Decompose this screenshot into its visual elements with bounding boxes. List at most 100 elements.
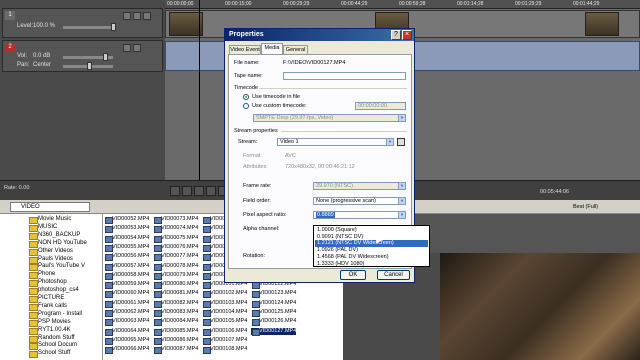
folder-item[interactable]: Random Stuff: [29, 335, 75, 343]
file-item[interactable]: VID00123.MP4: [251, 290, 296, 299]
folder-tree[interactable]: Movie Music MUSIC N360_BACKUP NON HD YouTub…: [0, 214, 103, 360]
timecode-format-select[interactable]: SMPTE Drop (29.97 fps, Video) ▼: [253, 114, 406, 122]
file-item[interactable]: VID00064.MP4: [104, 328, 149, 336]
file-item[interactable]: VID00054.MP4: [104, 235, 149, 243]
folder-item[interactable]: Pauls Videos: [29, 256, 73, 264]
file-item[interactable]: VID00062.MP4: [104, 309, 149, 317]
file-item[interactable]: VID00106.MP4: [202, 328, 247, 336]
folder-item[interactable]: photoshop_cs4: [29, 287, 79, 296]
folder-item[interactable]: MUSIC: [28, 224, 57, 232]
file-item[interactable]: VID00085.MP4: [153, 328, 198, 336]
field-order-select[interactable]: None (progressive scan) ▼: [313, 197, 406, 205]
par-dropdown-list[interactable]: 1.0000 (Square) 0.9091 (NTSC DV) 1.2121 (N…: [313, 225, 430, 267]
frame-rate-select[interactable]: 29.970 (NTSC) ▼: [313, 182, 406, 190]
file-item[interactable]: VID00087.MP4: [153, 346, 198, 355]
tab-video-event[interactable]: Video Event: [229, 45, 261, 54]
file-item[interactable]: VID00078.MP4: [153, 263, 198, 271]
file-item[interactable]: VID00079.MP4: [153, 272, 198, 280]
file-item[interactable]: VID00082.MP4: [153, 300, 198, 308]
file-item[interactable]: VID00063.MP4: [104, 318, 149, 327]
folder-item[interactable]: NON HD YouTube: [29, 240, 87, 248]
level-slider[interactable]: [63, 26, 113, 29]
file-item[interactable]: VID00104.MP4: [202, 309, 247, 317]
time-ruler[interactable]: 00:00:00;00 00:00:15;00 00:00:29;29 00:0…: [165, 0, 640, 9]
folder-item[interactable]: RYT1.00.4K: [29, 327, 71, 335]
tape-name-input[interactable]: [283, 72, 406, 80]
fx-button[interactable]: [143, 12, 151, 20]
folder-item[interactable]: PSP Movies: [29, 319, 71, 327]
file-item[interactable]: VID00065.MP4: [104, 337, 149, 345]
video-track-header[interactable]: 1 Level: 100.0 %: [2, 8, 163, 38]
mute-button[interactable]: [123, 44, 131, 52]
file-item[interactable]: VID00061.MP4: [104, 300, 149, 308]
explorer-path-field[interactable]: VIDEO: [10, 202, 90, 212]
ok-button[interactable]: OK: [340, 270, 366, 280]
tab-general[interactable]: General: [283, 45, 308, 54]
file-item[interactable]: VID00080.MP4: [153, 281, 198, 290]
file-item[interactable]: VID00102.MP4: [202, 290, 247, 299]
file-item[interactable]: VID00066.MP4: [104, 346, 149, 355]
cancel-button[interactable]: Cancel: [377, 270, 410, 280]
folder-item[interactable]: Phone: [28, 271, 55, 280]
custom-timecode-input[interactable]: 00:00:00:00: [355, 102, 406, 110]
file-item[interactable]: VID00124.MP4: [251, 300, 296, 308]
file-item[interactable]: VID00053.MP4: [104, 225, 149, 234]
file-item[interactable]: VID00056.MP4: [104, 253, 149, 262]
record-button[interactable]: [170, 186, 180, 196]
solo-button[interactable]: [133, 12, 141, 20]
close-button[interactable]: ×: [402, 30, 412, 40]
level-slider-handle[interactable]: [111, 23, 116, 31]
file-item[interactable]: VID00060.MP4: [104, 290, 149, 299]
file-item[interactable]: VID00083.MP4: [153, 309, 198, 317]
folder-item[interactable]: N360_BACKUP: [28, 232, 80, 240]
pause-button[interactable]: [206, 186, 216, 196]
custom-timecode-radio[interactable]: [243, 103, 249, 109]
folder-item[interactable]: Movie Music: [28, 216, 71, 224]
file-item[interactable]: VID00055.MP4: [104, 244, 149, 252]
folder-item[interactable]: PICTURE: [28, 295, 64, 303]
use-timecode-radio[interactable]: [243, 94, 249, 100]
loop-button[interactable]: [182, 186, 192, 196]
par-select[interactable]: 0.8889 ▼: [313, 211, 406, 219]
folder-item[interactable]: Paul's YouTube V: [29, 263, 85, 272]
file-item[interactable]: VID00127.MP4: [251, 327, 297, 336]
mute-button[interactable]: [123, 12, 131, 20]
file-item[interactable]: VID00086.MP4: [153, 337, 198, 345]
play-button[interactable]: [194, 186, 204, 196]
file-item[interactable]: VID00081.MP4: [153, 290, 198, 299]
folder-item[interactable]: School Stuff: [28, 350, 70, 359]
ruler-label: 00:01:44;29: [573, 1, 600, 7]
file-item[interactable]: VID00105.MP4: [202, 318, 247, 327]
file-item[interactable]: VID00076.MP4: [153, 244, 198, 252]
preview-quality-select[interactable]: Best (Full): [573, 204, 598, 210]
file-item[interactable]: VID00059.MP4: [104, 281, 149, 290]
folder-item[interactable]: Program - Install: [28, 311, 82, 319]
help-button[interactable]: ?: [391, 30, 401, 40]
pan-slider-handle[interactable]: [87, 62, 92, 70]
playhead[interactable]: [199, 0, 200, 185]
solo-button[interactable]: [133, 44, 141, 52]
save-stream-icon[interactable]: [397, 138, 405, 146]
file-item[interactable]: VID00074.MP4: [153, 225, 198, 234]
folder-item[interactable]: Frank calls: [28, 303, 67, 311]
file-item[interactable]: VID00057.MP4: [104, 263, 149, 271]
stream-select[interactable]: Video 1 ▼: [277, 138, 394, 146]
file-item[interactable]: VID00126.MP4: [251, 318, 296, 327]
file-item[interactable]: VID00108.MP4: [202, 346, 247, 355]
audio-track-header[interactable]: 2 Vol: 0.0 dB Pan: Center: [2, 40, 163, 72]
file-item[interactable]: VID00107.MP4: [202, 337, 247, 345]
folder-item[interactable]: Photoshop: [29, 279, 67, 288]
dialog-titlebar[interactable]: Properties ? ×: [225, 29, 414, 41]
volume-slider-handle[interactable]: [103, 53, 108, 61]
file-item[interactable]: VID00077.MP4: [153, 253, 198, 262]
folder-item[interactable]: Other Videos: [29, 248, 73, 256]
file-item[interactable]: VID00075.MP4: [153, 235, 198, 243]
file-item[interactable]: VID00084.MP4: [153, 318, 198, 327]
file-item[interactable]: VID00058.MP4: [104, 272, 149, 280]
folder-item[interactable]: School Docum: [28, 342, 77, 351]
file-item[interactable]: VID00125.MP4: [251, 309, 296, 317]
file-item[interactable]: VID00103.MP4: [202, 300, 247, 308]
file-item[interactable]: VID00052.MP4: [104, 216, 149, 224]
par-option[interactable]: 1.3333 (HDV 1080): [315, 261, 428, 268]
file-item[interactable]: VID00073.MP4: [153, 216, 198, 224]
